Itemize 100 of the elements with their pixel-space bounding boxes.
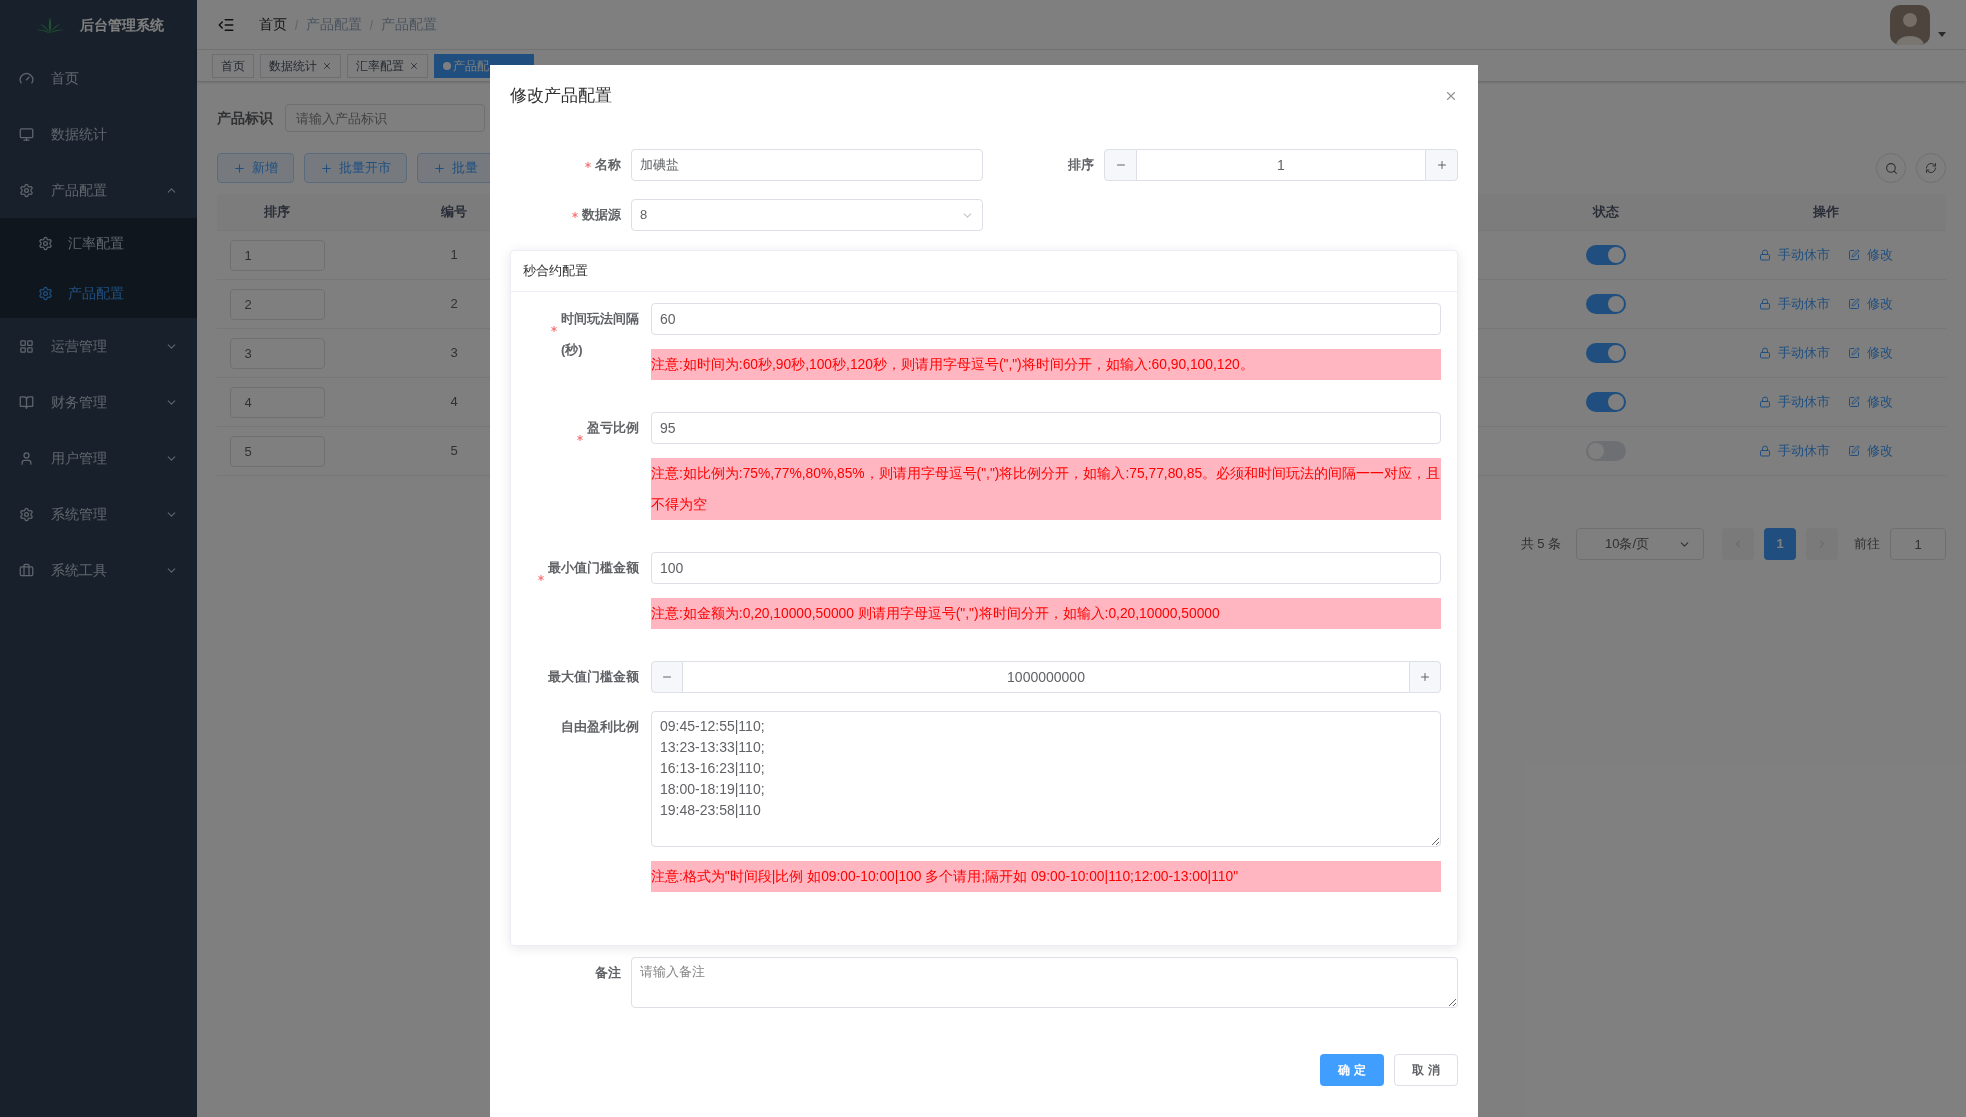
close-market-link[interactable]: 手动休市 <box>1759 294 1830 314</box>
name-field[interactable]: 加碘盐 <box>631 149 983 181</box>
toolbar-button[interactable]: 新增 <box>217 153 294 183</box>
decrease-button[interactable] <box>651 661 683 693</box>
caret-icon[interactable] <box>1938 32 1946 37</box>
text-area[interactable]: 09:45-12:55|110; 13:23-13:33|110; 16:13-16:23|110; 18:00-18:19|110; 19:48-23:58|110 <box>651 711 1441 847</box>
dialog-title: 修改产品配置 <box>510 85 613 108</box>
table-cell-text: 3 <box>450 344 458 363</box>
toolbar-button[interactable]: 批量开市 <box>304 153 407 183</box>
menu-item[interactable]: 运营管理 <box>0 318 197 374</box>
user-icon <box>19 450 34 466</box>
close-icon[interactable] <box>1444 89 1458 103</box>
close-market-link[interactable]: 手动休市 <box>1759 343 1830 363</box>
lock-icon <box>1759 249 1771 261</box>
text-field[interactable]: 100 <box>651 552 1441 584</box>
table-cell-text: 2 <box>450 295 458 314</box>
warning-note: 注意:如时间为:60秒,90秒,100秒,120秒，则请用字母逗号(",")将时间分开，如输入:60,90,100,120。 <box>651 349 1441 380</box>
edit-link[interactable]: 修改 <box>1848 343 1893 363</box>
goto-field[interactable]: 1 <box>1890 528 1946 560</box>
table-cell-text: 1 <box>450 246 458 265</box>
sort-field[interactable]: 5 <box>229 435 325 467</box>
field-label: 数据源 <box>582 206 621 225</box>
lock-icon <box>1759 347 1771 359</box>
number-field[interactable]: 1000000000 <box>683 661 1409 693</box>
page-size-select[interactable]: 10条/页 <box>1576 528 1704 560</box>
text-field[interactable]: 95 <box>651 412 1441 444</box>
plus-icon <box>320 161 333 175</box>
close-icon[interactable] <box>322 60 332 71</box>
menu-item[interactable]: 系统管理 <box>0 486 197 542</box>
field-label: 名称 <box>595 156 621 175</box>
column-header: 编号 <box>441 203 467 222</box>
page-tab[interactable]: 汇率配置 <box>347 53 428 78</box>
field-label: 最小值门槛金额 <box>548 559 639 577</box>
field-label: 最大值门槛金额 <box>548 668 639 686</box>
field-label: 备注 <box>595 964 621 982</box>
filter-label: 产品标识 <box>217 108 274 128</box>
plus-icon <box>1435 159 1448 171</box>
close-market-link[interactable]: 手动休市 <box>1759 245 1830 265</box>
sort-field[interactable]: 2 <box>229 288 325 320</box>
remark-field[interactable]: 请输入备注 <box>631 957 1458 1008</box>
menu-item[interactable]: 用户管理 <box>0 430 197 486</box>
goto-label: 前往 <box>1854 535 1880 554</box>
plus-icon <box>233 161 246 175</box>
gear-icon <box>38 285 53 301</box>
edit-link[interactable]: 修改 <box>1848 245 1893 265</box>
decrease-button[interactable] <box>1104 149 1137 181</box>
grid-icon <box>19 338 34 354</box>
sort-field[interactable]: 4 <box>229 386 325 418</box>
confirm-button[interactable]: 确 定 <box>1320 1054 1384 1086</box>
menu-item[interactable]: 产品配置 <box>0 162 197 218</box>
sort-field[interactable]: 3 <box>229 337 325 369</box>
edit-icon <box>1848 396 1860 408</box>
gear-icon <box>19 182 34 198</box>
increase-button[interactable] <box>1425 149 1458 181</box>
menu-item[interactable]: 财务管理 <box>0 374 197 430</box>
app-title: 后台管理系统 <box>80 15 164 35</box>
edit-icon <box>1848 249 1860 261</box>
plus-icon <box>433 161 446 175</box>
edit-link[interactable]: 修改 <box>1848 294 1893 314</box>
cancel-button[interactable]: 取 消 <box>1394 1054 1458 1086</box>
close-market-link[interactable]: 手动休市 <box>1759 392 1830 412</box>
submenu-item[interactable]: 产品配置 <box>0 268 197 318</box>
edit-link[interactable]: 修改 <box>1848 392 1893 412</box>
text-field[interactable]: 60 <box>651 303 1441 335</box>
sort-field[interactable]: 1 <box>229 239 325 271</box>
field-label: 盈亏比例 <box>587 419 639 437</box>
table-cell-text: 5 <box>450 442 458 461</box>
warning-note: 注意:如金额为:0,20,10000,50000 则请用字母逗号(",")将时间分开，如输入:0,20,10000,50000 <box>651 598 1441 629</box>
book-icon <box>19 394 34 410</box>
edit-icon <box>1848 298 1860 310</box>
avatar[interactable] <box>1890 4 1930 45</box>
total-count: 共 5 条 <box>1520 535 1561 554</box>
table-cell-text: 4 <box>450 393 458 412</box>
status-switch[interactable] <box>1586 343 1626 363</box>
page-button[interactable]: 1 <box>1764 528 1796 560</box>
close-icon[interactable] <box>409 60 419 71</box>
menu-item[interactable]: 系统工具 <box>0 542 197 598</box>
status-switch[interactable] <box>1586 294 1626 314</box>
increase-button[interactable] <box>1409 661 1441 693</box>
close-market-link[interactable]: 手动休市 <box>1759 441 1830 461</box>
status-switch[interactable] <box>1586 392 1626 412</box>
column-header: 排序 <box>264 203 290 222</box>
status-switch[interactable] <box>1586 245 1626 265</box>
page-tab[interactable]: 数据统计 <box>260 53 341 78</box>
menu-item[interactable]: 首页 <box>0 50 197 106</box>
lock-icon <box>1759 396 1771 408</box>
breadcrumb-item[interactable]: 首页 <box>259 14 287 35</box>
page-tab[interactable]: 首页 <box>212 53 254 78</box>
refresh-icon <box>1925 162 1937 174</box>
monitor-icon <box>19 126 34 142</box>
edit-link[interactable]: 修改 <box>1848 441 1893 461</box>
field-label: 自由盈利比例 <box>561 718 639 736</box>
menu-item[interactable]: 数据统计 <box>0 106 197 162</box>
plus-icon <box>1419 671 1431 683</box>
source-select[interactable]: 8 <box>631 199 983 231</box>
warning-note: 注意:格式为"时间段|比例 如09:00-10:00|100 多个请用;隔开如 09:00-10:00|110;12:00-13:00|110" <box>651 861 1441 892</box>
submenu-item[interactable]: 汇率配置 <box>0 218 197 268</box>
lock-icon <box>1759 445 1771 457</box>
sort-number-field[interactable]: 1 <box>1137 149 1425 181</box>
gear-icon <box>38 235 53 251</box>
